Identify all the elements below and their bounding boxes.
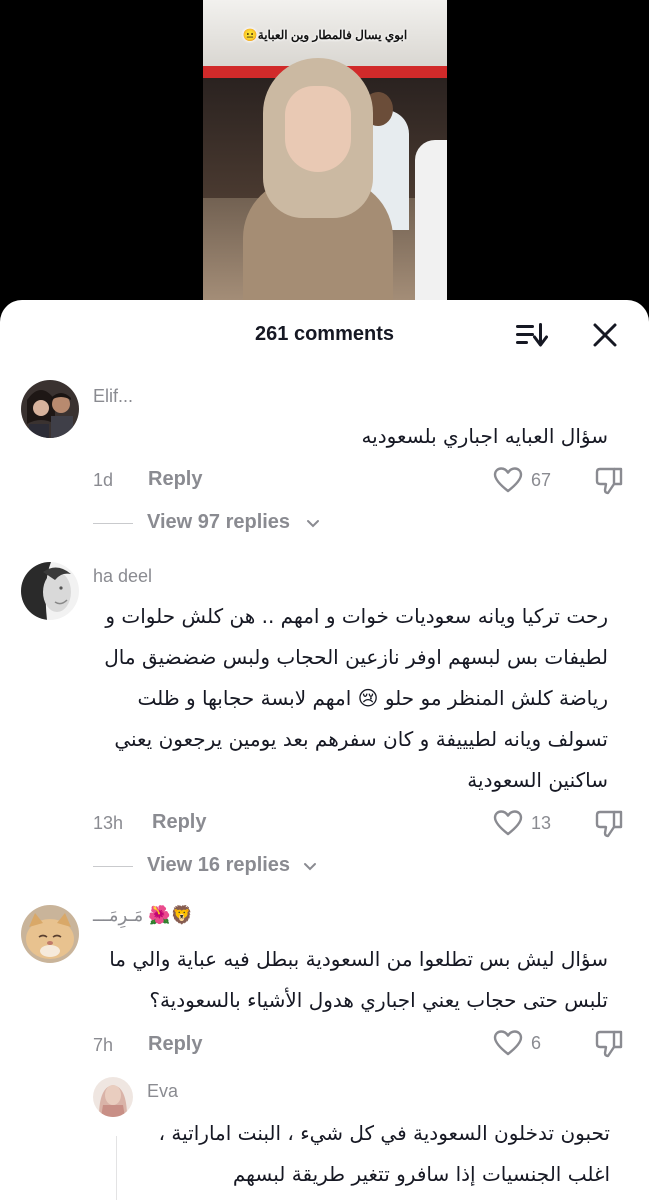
comment-username[interactable]: ha deel [93, 566, 152, 587]
thread-line [116, 1136, 117, 1200]
view-replies-label: View 97 replies [147, 511, 291, 533]
heart-icon [493, 810, 523, 836]
dislike-icon[interactable] [594, 809, 624, 839]
video-caption: ابوي يسال فالمطار وين العباية😐 [242, 28, 408, 42]
comment-text-line: لطيفات بس لبسهم اوفر نازعين الحجاب ولبس … [104, 645, 608, 669]
comment-item: Elif... سؤال العبايه اجباري بلسعوديه 1d … [0, 378, 649, 548]
like-button[interactable]: 6 [493, 1029, 563, 1059]
video-frame[interactable]: ابوي يسال فالمطار وين العباية😐 [203, 0, 447, 330]
comment-username[interactable]: Elif... [93, 386, 133, 407]
comment-text-line: رحت تركيا ويانه سعوديات خوات و امهم .. ه… [105, 604, 608, 628]
replies-divider [93, 523, 133, 524]
like-count: 6 [531, 1033, 542, 1053]
video-player[interactable]: ابوي يسال فالمطار وين العباية😐 [0, 0, 649, 340]
chevron-down-icon [307, 520, 319, 528]
like-count: 67 [531, 470, 552, 490]
comments-count-title: 261 comments [255, 323, 394, 345]
dislike-icon[interactable] [594, 466, 624, 496]
comment-text-line: تلبس حتى حجاب يعني اجباري هدول الأشياء ب… [149, 988, 608, 1012]
comment-item: ha deel رحت تركيا ويانه سعوديات خوات و ا… [0, 560, 649, 890]
reply-button[interactable]: Reply [148, 468, 202, 491]
avatar-image [93, 1077, 133, 1117]
comment-text: سؤال ليش بس تطلعوا من السعودية ببطل فيه … [93, 939, 608, 1021]
comment-text-line: اغلب الجنسيات إذا سافرو تتغير طريقة لبسه… [232, 1162, 610, 1186]
comment-text-line: ساكنين السعودية [467, 768, 608, 792]
avatar-image [21, 562, 79, 620]
like-button[interactable]: 13 [493, 809, 563, 839]
avatar[interactable] [93, 1077, 133, 1117]
avatar-image [21, 905, 79, 963]
comment-time: 7h [93, 1035, 114, 1055]
view-replies-label: View 16 replies [147, 854, 291, 876]
comment-text: سؤال العبايه اجباري بلسعوديه [93, 416, 608, 457]
comment-text: رحت تركيا ويانه سعوديات خوات و امهم .. ه… [93, 596, 608, 801]
comment-text: تحبون تدخلون السعودية في كل شيء ، البنت … [120, 1113, 610, 1195]
comment-username[interactable]: 🦁🌺 مَـرِمَـــ [93, 905, 193, 926]
heart-icon [493, 1030, 523, 1056]
comments-sheet: 261 comments Elif... سؤال العبايه اجباري… [0, 300, 649, 1200]
sort-icon[interactable] [516, 322, 548, 348]
comment-time: 13h [93, 813, 124, 833]
comment-text-line: سؤال العبايه اجباري بلسعوديه [361, 424, 608, 448]
comment-text-line: رياضة كلش المنظر مو حلو 😢 امهم لابسة حجا… [137, 686, 608, 710]
avatar-image [21, 380, 79, 438]
comment-text-line: تحبون تدخلون السعودية في كل شيء ، البنت … [158, 1121, 610, 1145]
comments-header: 261 comments [0, 300, 649, 368]
like-button[interactable]: 67 [493, 466, 563, 496]
avatar[interactable] [21, 380, 79, 438]
avatar[interactable] [21, 905, 79, 963]
comment-username[interactable]: Eva [147, 1081, 178, 1102]
like-count: 13 [531, 813, 552, 833]
view-replies-button[interactable]: View 16 replies [93, 854, 393, 878]
chevron-down-icon [304, 863, 316, 871]
video-person [243, 58, 393, 330]
reply-button[interactable]: Reply [152, 811, 206, 834]
close-icon[interactable] [592, 322, 618, 348]
view-replies-button[interactable]: View 97 replies [93, 511, 393, 535]
heart-icon [493, 467, 523, 493]
reply-button[interactable]: Reply [148, 1033, 202, 1056]
comment-item: 🦁🌺 مَـرِمَـــ سؤال ليش بس تطلعوا من السع… [0, 903, 649, 1073]
comment-time: 1d [93, 470, 114, 490]
replies-divider [93, 866, 133, 867]
dislike-icon[interactable] [594, 1029, 624, 1059]
comment-text-line: سؤال ليش بس تطلعوا من السعودية ببطل فيه … [109, 947, 608, 971]
comment-text-line: تسولف ويانه لطيييفة و كان سفرهم بعد يومي… [114, 727, 608, 751]
reply-item: Eva تحبون تدخلون السعودية في كل شيء ، ال… [0, 1075, 649, 1200]
video-person-face [285, 86, 351, 172]
avatar[interactable] [21, 562, 79, 620]
